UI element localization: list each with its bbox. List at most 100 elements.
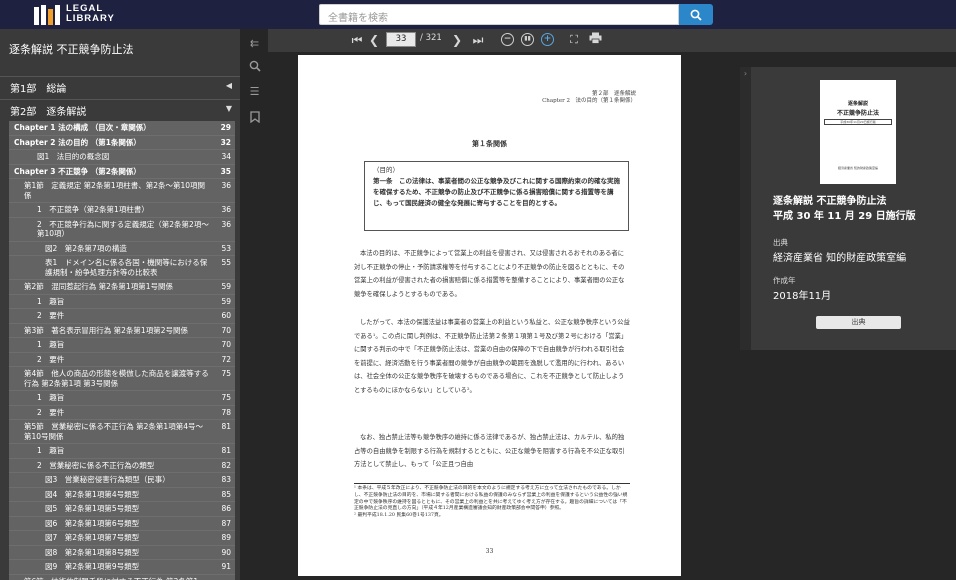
article-box: （目的） 第一条 この法律は、事業者間の公正な競争及びこれに関する国際約束の的確… [364,161,629,231]
toc-item[interactable]: Chapter 3 不正競争 （第2条関係） 35 [9,165,235,179]
zoom-in-icon[interactable]: + [541,33,554,46]
fit-page-icon[interactable]: ▮▮ [521,33,534,46]
toc-item[interactable]: 第2節 混同惹起行為 第2条第1項第1号関係 59 [9,280,235,295]
running-header-part: 第２部 逐条解説 [591,91,636,97]
logo[interactable]: LEGAL LIBRARY [34,3,115,25]
list-icon[interactable]: ☰ [248,85,261,98]
toc-item-title: Chapter 1 法の構成 （目次・章関係） [14,123,151,132]
book-title: 逐条解説 不正競争防止法 [9,43,134,56]
toc-item-title: 図3 営業秘密侵害行為類型（民事） [45,475,170,484]
toc-item-title: 図9 第2条第1項第9号類型 [45,562,140,571]
toc-item-page: 75 [221,369,231,378]
toc-item[interactable]: 1 趣旨 75 [9,391,235,406]
toc-item[interactable]: 2 要件 78 [9,406,235,420]
toc-item[interactable]: 1 趣旨 59 [9,295,235,309]
toc-item-page: 82 [221,460,231,470]
panel-toggle-icon[interactable]: › [740,67,751,350]
toc-item[interactable]: 図6 第2条第1項第6号類型 87 [9,517,235,531]
search-icon[interactable] [248,60,261,73]
paragraph-2: したがって、本法の保護法益は事業者の営業上の利益という私益と、公正な競争秩序とい… [354,319,630,394]
toc-item-title: Chapter 3 不正競争 （第2条関係） [14,166,141,176]
toc-item-page: 83 [221,475,231,484]
toc-item[interactable]: 表1 ドメイン名に係る各国・機関等における保護規制・紛争処理方針等の比較表 55 [9,256,235,280]
toc-item[interactable]: 第6節 技術的制限手段に対する不正行為 第2条第1 [9,575,235,580]
running-header-chapter: Chapter 2 法の目的（第１条関係） [542,98,636,104]
toc-item[interactable]: 図2 第2条第7項の構造 53 [9,242,235,256]
toc-item[interactable]: 第4節 他人の商品の形態を模倣した商品を譲渡等する行為 第2条第1項 第3号関係… [9,367,235,391]
zoom-out-icon[interactable]: − [501,33,514,46]
source-value: 経済産業省 知的財産政策室編 [773,253,907,264]
search-input[interactable]: 全書籍を検索 [319,4,679,25]
footnotes: ¹ 本条は、平成５年改正により、不正競争防止法の目的を本文のように規定する考え方… [354,483,630,520]
toc-item[interactable]: 図3 営業秘密侵害行為類型（民事） 83 [9,473,235,488]
library-logo-icon [34,3,60,25]
toc-item[interactable]: 図8 第2条第1項第8号類型 90 [9,546,235,560]
toc-item-page: 53 [221,243,231,253]
article-heading: （目的） [373,166,399,174]
toc-item-title: 2 不正競争行為に関する定義規定（第2条第2項～第10項） [37,219,209,239]
search-button[interactable] [679,4,713,25]
part-label: 第2部 逐条解説 [10,107,87,118]
toc-item[interactable]: 第5節 営業秘密に係る不正行為 第2条第1項第4号～第10号関係 81 [9,420,235,444]
toc-item-page: 59 [221,282,231,291]
toc-item-page: 35 [220,166,231,176]
book-cover[interactable]: 逐条解説 不正競争防止法 平成30年11月29日施行版 経済産業省 知的財産政策… [820,80,896,184]
toc-item[interactable]: 図7 第2条第1項第7号類型 89 [9,531,235,546]
toc-item[interactable]: 第3節 著名表示冒用行為 第2条第1項第2号関係 70 [9,324,235,338]
part-label: 第1部 総論 [10,84,67,95]
fullscreen-icon[interactable]: ⛶ [567,32,581,48]
print-icon[interactable] [588,32,602,48]
toc-item-page: 78 [221,407,231,417]
toc-item[interactable]: 2 要件 60 [9,309,235,324]
toc-item-title: 第2節 混同惹起行為 第2条第1項第1号関係 [24,282,173,291]
date-value: 2018年11月 [773,291,832,302]
toc-item-page: 70 [221,340,231,349]
toc-item-page: 55 [221,258,231,267]
paragraph-3: なお、独占禁止法等も競争秩序の維持に係る法律であるが、独占禁止法は、カルテル、私… [354,434,625,469]
first-page-icon[interactable]: ⏮ [350,32,364,48]
toc-item-title: 図1 法目的の概念図 [37,152,110,161]
toc-item-page: 32 [220,137,231,147]
prev-page-icon[interactable]: ❮ [368,32,380,48]
toc-item-title: 1 不正競争（第2条第1項柱書） [37,205,149,214]
toc-item[interactable]: Chapter 1 法の構成 （目次・章関係） 29 [9,121,235,136]
toc-item[interactable]: 図5 第2条第1項第5号類型 86 [9,502,235,517]
toc-item-page: 34 [221,152,231,161]
toc-item[interactable]: 2 営業秘密に係る不正行為の類型 82 [9,459,235,473]
toc-item-title: 1 趣旨 [37,393,65,402]
cover-line-1: 逐条解説 [847,101,868,107]
toc-item[interactable]: 2 不正競争行為に関する定義規定（第2条第2項～第10項） 36 [9,218,235,242]
book-info-title-1: 逐条解説 不正競争防止法 [773,196,887,207]
toc-item[interactable]: 第1節 定義規定 第2条第1項柱書、第2条～第10項関係 36 [9,179,235,203]
toc-item-page: 72 [221,354,231,364]
toc-item[interactable]: 図9 第2条第1項第9号類型 91 [9,560,235,575]
toc-item-page: 70 [221,325,231,335]
toc-item[interactable]: 図4 第2条第1項第4号類型 85 [9,488,235,502]
toc-item-page: 29 [220,123,231,132]
toc-item-page: 90 [221,547,231,557]
toc-part-1[interactable]: 第1部 総論 ◀ [0,76,240,98]
toc-item-page: 81 [221,446,231,455]
toc-item[interactable]: 1 趣旨 81 [9,444,235,459]
collapse-sidebar-icon[interactable]: ⇇ [248,37,261,50]
search-icon [690,9,702,21]
toc-item-page: 85 [221,489,231,499]
toc-item[interactable]: 1 趣旨 70 [9,338,235,353]
toc-item[interactable]: 図1 法目的の概念図 34 [9,150,235,165]
toc-item-page: 59 [221,296,231,306]
bookmark-icon[interactable] [248,111,261,124]
source-button[interactable]: 出典 [816,316,901,329]
last-page-icon[interactable]: ⏭ [471,32,485,48]
date-label: 作成年 [773,276,796,285]
toc-item-page: 36 [221,219,231,229]
toc-item[interactable]: Chapter 2 法の目的 （第1条関係） 32 [9,136,235,150]
toc-item[interactable]: 1 不正競争（第2条第1項柱書） 36 [9,203,235,218]
toc-item[interactable]: 2 要件 72 [9,353,235,367]
toc-part-2[interactable]: 第2部 逐条解説 ▼ [0,99,240,121]
cover-line-3: 平成30年11月29日施行版 [824,119,892,125]
book-info-panel: 逐条解説 不正競争防止法 平成30年11月29日施行版 経済産業省 知的財産政策… [751,67,956,350]
next-page-icon[interactable]: ❯ [451,32,463,48]
footnote-1: ¹ 本条は、平成５年改正により、不正競争防止法の目的を本文のように規定する考え方… [354,486,628,512]
page-number-input[interactable]: 33 [386,32,416,47]
side-tool-rail: ⇇ ☰ [240,29,268,580]
